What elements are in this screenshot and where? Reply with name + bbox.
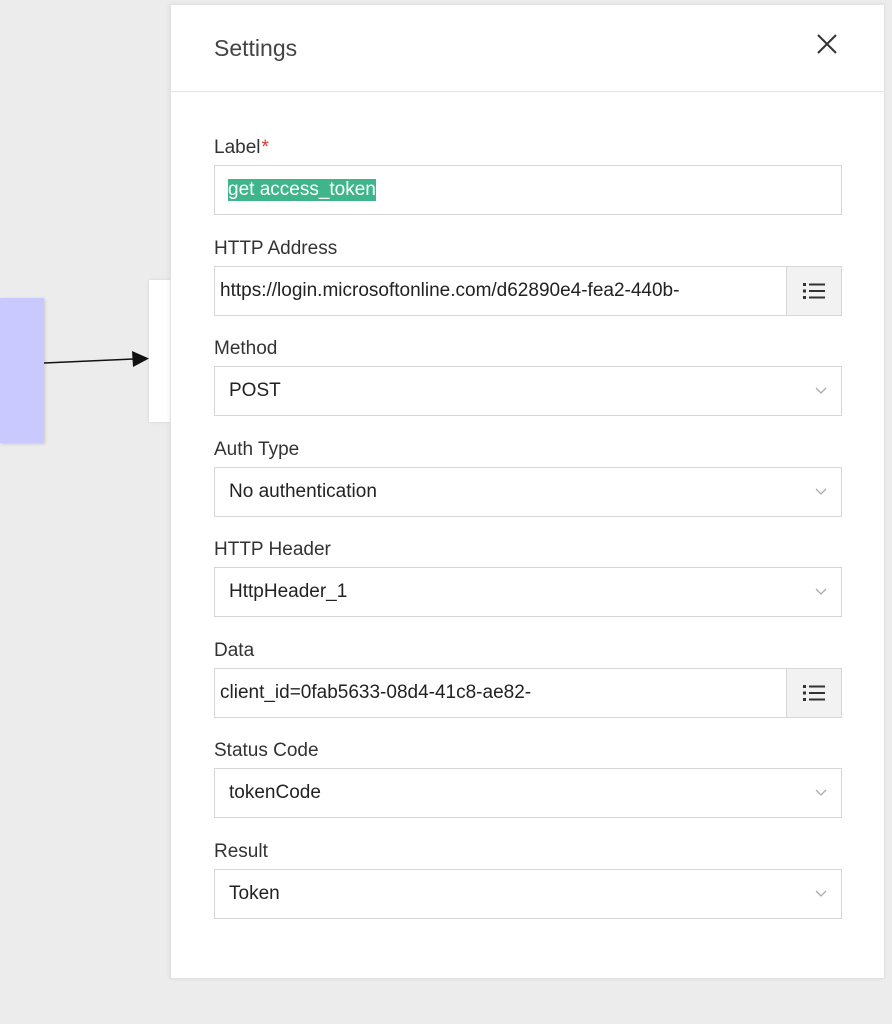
field-data: Data client_id=0fab5633-08d4-41c8-ae82- — [214, 638, 842, 739]
method-value: POST — [229, 380, 281, 401]
connector-arrow — [44, 351, 149, 367]
field-http-header: HTTP Header HttpHeader_1 — [214, 537, 842, 638]
result-value: Token — [229, 882, 280, 904]
chevron-down-icon — [801, 769, 841, 817]
auth-type-value: No authentication — [229, 480, 377, 502]
status-code-value: tokenCode — [229, 782, 321, 803]
close-icon — [817, 34, 837, 54]
http-address-input[interactable]: https://login.microsoftonline.com/d62890… — [214, 265, 842, 316]
field-label-text: Result — [214, 840, 268, 862]
field-label: Label* get access_token — [214, 135, 842, 236]
field-result: Result Token — [214, 839, 842, 940]
chevron-down-icon — [801, 367, 841, 415]
status-code-select[interactable]: tokenCode — [214, 768, 842, 818]
panel-header: Settings — [171, 5, 884, 92]
auth-type-select[interactable]: No authentication — [214, 466, 842, 517]
field-method: Method POST — [214, 336, 842, 437]
settings-form: Label* get access_token HTTP Address htt… — [214, 135, 842, 939]
close-button[interactable] — [814, 31, 840, 57]
field-label-text: Status Code — [214, 740, 319, 761]
http-address-variables-button[interactable] — [786, 266, 841, 315]
field-label-text: Label — [214, 137, 261, 158]
http-header-value: HttpHeader_1 — [229, 581, 348, 602]
chevron-down-icon — [801, 568, 841, 616]
settings-panel: Settings Label* get access_token HTTP Ad… — [170, 4, 885, 979]
field-status-code: Status Code tokenCode — [214, 738, 842, 839]
chevron-down-icon — [801, 870, 841, 918]
field-label-text: HTTP Header — [214, 539, 331, 560]
chevron-down-icon — [801, 468, 841, 516]
field-auth-type: Auth Type No authentication — [214, 437, 842, 538]
field-label-text: Data — [214, 639, 255, 661]
list-icon — [803, 282, 825, 299]
required-mark: * — [261, 137, 269, 158]
method-select[interactable]: POST — [214, 366, 842, 416]
http-header-select[interactable]: HttpHeader_1 — [214, 567, 842, 617]
data-variables-button[interactable] — [786, 668, 841, 717]
label-input[interactable]: get access_token — [214, 165, 842, 215]
field-label-text: Auth Type — [214, 438, 300, 460]
field-http-address: HTTP Address https://login.microsoftonli… — [214, 236, 842, 337]
data-input[interactable]: client_id=0fab5633-08d4-41c8-ae82- — [214, 667, 842, 718]
http-address-value: https://login.microsoftonline.com/d62890… — [220, 279, 680, 301]
list-icon — [803, 684, 825, 701]
label-input-value: get access_token — [228, 179, 376, 201]
field-label-text: Method — [214, 338, 278, 359]
panel-title: Settings — [214, 35, 298, 61]
flow-node[interactable] — [0, 298, 44, 443]
result-select[interactable]: Token — [214, 868, 842, 919]
data-value: client_id=0fab5633-08d4-41c8-ae82- — [220, 681, 532, 703]
field-label-text: HTTP Address — [214, 237, 338, 259]
